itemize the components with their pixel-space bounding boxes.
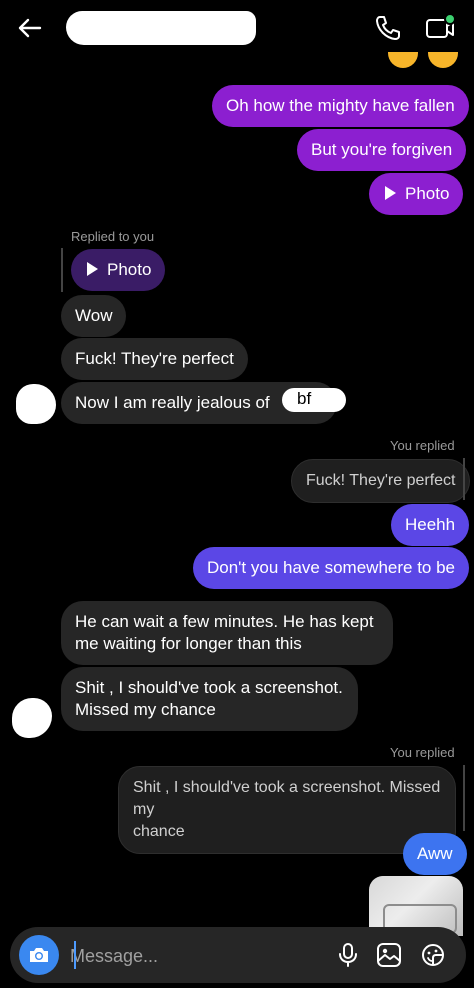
camera-button[interactable] <box>19 935 59 975</box>
photo-label: Photo <box>107 260 152 279</box>
reaction-emoji <box>428 52 458 68</box>
message-composer <box>10 927 466 983</box>
message-text: Now I am really jealous of <box>75 393 270 412</box>
arrow-left-icon[interactable] <box>14 12 46 44</box>
avatar[interactable] <box>12 698 52 738</box>
chat-header <box>0 0 474 56</box>
incoming-message[interactable]: Wow <box>61 295 127 337</box>
reply-context-label: You replied <box>390 745 455 760</box>
incoming-message[interactable]: He can wait a few minutes. He has kept m… <box>61 601 393 665</box>
message-text-line: Missed my chance <box>75 700 216 719</box>
phone-icon[interactable] <box>372 12 404 44</box>
reply-bar <box>463 765 465 831</box>
incoming-message[interactable]: Fuck! They're perfect <box>61 338 248 380</box>
reply-context-label: You replied <box>390 438 455 453</box>
text-cursor <box>74 941 76 969</box>
incoming-message[interactable]: Shit , I should've took a screenshot. Mi… <box>61 667 358 731</box>
outgoing-message[interactable]: Don't you have somewhere to be <box>193 547 470 589</box>
message-text-line: Shit , I should've took a screenshot. Mi… <box>133 779 441 818</box>
reaction-emoji <box>388 52 418 68</box>
message-text-line: chance <box>133 823 185 840</box>
outgoing-message[interactable]: Heehh <box>391 504 470 546</box>
camera-icon <box>30 948 48 962</box>
outgoing-photo-message[interactable]: Photo <box>369 173 464 215</box>
outgoing-message[interactable]: But you're forgiven <box>297 129 467 171</box>
redacted-overlay-text: bf <box>297 389 312 408</box>
replied-photo-message[interactable]: Photo <box>71 249 166 291</box>
quoted-message[interactable]: Fuck! They're perfect <box>291 459 471 503</box>
microphone-icon[interactable] <box>334 941 362 969</box>
redacted-name-overlay <box>282 388 346 412</box>
message-text-line: me waiting for longer than this <box>75 634 302 653</box>
contact-name-redacted[interactable] <box>66 11 256 45</box>
reply-bar <box>463 458 465 500</box>
image-icon[interactable] <box>375 941 403 969</box>
photo-label: Photo <box>405 184 450 203</box>
play-icon <box>87 262 98 276</box>
reply-context-label: Replied to you <box>71 229 155 244</box>
outgoing-message[interactable]: Aww <box>403 833 467 875</box>
reply-bar <box>61 248 63 292</box>
message-input[interactable] <box>68 941 312 971</box>
quoted-message[interactable]: Shit , I should've took a screenshot. Mi… <box>118 766 456 854</box>
outgoing-message[interactable]: Oh how the mighty have fallen <box>212 85 469 127</box>
play-icon <box>385 186 396 200</box>
online-status-dot <box>444 13 456 25</box>
message-text-line: Shit , I should've took a screenshot. <box>75 678 343 697</box>
sticker-icon[interactable] <box>419 941 447 969</box>
message-text-line: He can wait a few minutes. He has kept <box>75 612 374 631</box>
avatar[interactable] <box>16 384 56 424</box>
video-camera-icon[interactable] <box>424 12 456 44</box>
